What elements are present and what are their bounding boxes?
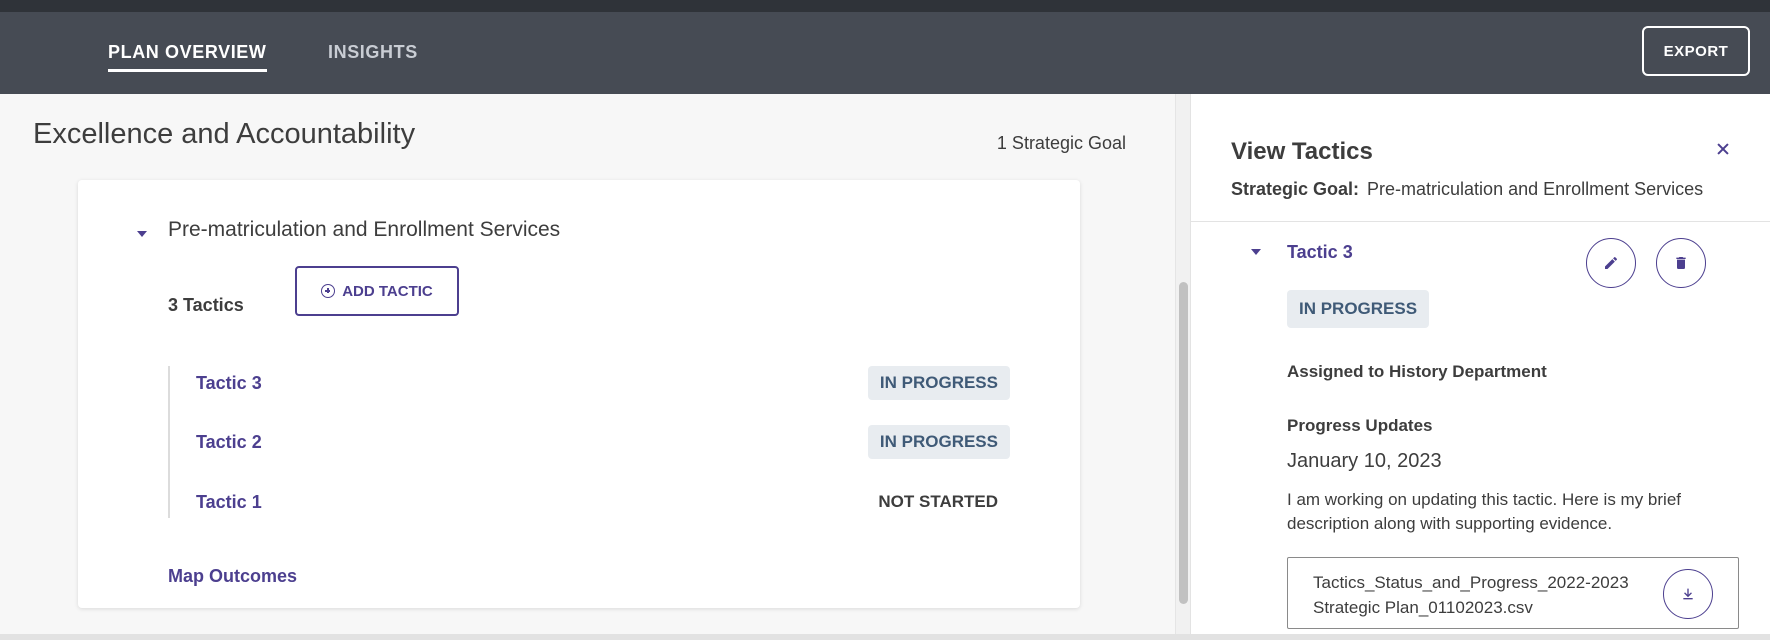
tactic-list: Tactic 3 IN PROGRESS Tactic 2 IN PROGRES… [168,366,1010,518]
panel-title: View Tactics [1231,138,1373,165]
strategic-goal-label: Strategic Goal: [1231,179,1360,199]
panel-tactic-title: Tactic 3 [1287,242,1353,262]
page-title: Excellence and Accountability [33,118,416,150]
tactic-link-3[interactable]: Tactic 3 [196,373,262,394]
status-badge: IN PROGRESS [867,425,1010,459]
top-nav: PLAN OVERVIEW INSIGHTS EXPORT [0,12,1770,94]
caret-down-icon[interactable] [1251,249,1261,255]
add-tactic-button[interactable]: ADD TACTIC [295,266,459,316]
close-icon[interactable] [1714,140,1732,158]
add-tactic-label: ADD TACTIC [342,282,433,300]
attachment-filename: Tactics_Status_and_Progress_2022-2023 St… [1313,573,1629,617]
export-button[interactable]: EXPORT [1642,26,1750,76]
tactic-row: Tactic 2 IN PROGRESS [170,425,1010,465]
status-badge: IN PROGRESS [867,366,1010,400]
attachment-card: Tactics_Status_and_Progress_2022-2023 St… [1287,557,1739,629]
map-outcomes-link[interactable]: Map Outcomes [168,566,297,587]
caret-down-icon[interactable] [137,231,147,237]
delete-tactic-button[interactable] [1656,238,1706,288]
tab-plan-overview[interactable]: PLAN OVERVIEW [108,42,267,72]
view-tactics-panel: View Tactics Strategic Goal: Pre-matricul… [1190,94,1770,634]
progress-update-date: January 10, 2023 [1287,450,1442,472]
strategic-goal-value: Pre-matriculation and Enrollment Service… [1367,179,1704,199]
tactic-row: Tactic 1 NOT STARTED [170,485,1010,525]
top-strip [0,0,1770,12]
strategic-goal-name: Pre-matriculation and Enrollment Service… [168,218,561,241]
tactic-link-1[interactable]: Tactic 1 [196,492,262,513]
tab-insights[interactable]: INSIGHTS [328,42,418,69]
status-badge: NOT STARTED [878,492,998,511]
assigned-department: Assigned to History Department [1287,362,1547,381]
bottom-scrollbar[interactable] [0,634,1770,640]
tactics-count: 3 Tactics [168,295,244,315]
panel-strategic-goal: Strategic Goal: Pre-matriculation and Enr… [1231,179,1703,200]
progress-updates-heading: Progress Updates [1287,416,1433,435]
edit-tactic-button[interactable] [1586,238,1636,288]
strategic-goal-count: 1 Strategic Goal [996,133,1126,153]
trash-icon [1676,257,1686,269]
tactic-row: Tactic 3 IN PROGRESS [170,366,1010,406]
divider [1191,221,1770,222]
tactic-link-2[interactable]: Tactic 2 [196,432,262,453]
download-button[interactable] [1663,569,1713,619]
panel-status-badge: IN PROGRESS [1287,290,1430,328]
pencil-icon [1605,256,1618,269]
plus-circle-icon [321,284,336,298]
strategic-goal-card: Pre-matriculation and Enrollment Service… [78,180,1080,608]
scrollbar-thumb[interactable] [1179,282,1188,604]
plan-overview-main: Excellence and Accountability 1 Strategi… [0,94,1175,634]
download-icon [1683,588,1693,600]
main-scrollbar[interactable] [1175,94,1190,634]
progress-update-text: I am working on updating this tactic. He… [1287,490,1681,533]
